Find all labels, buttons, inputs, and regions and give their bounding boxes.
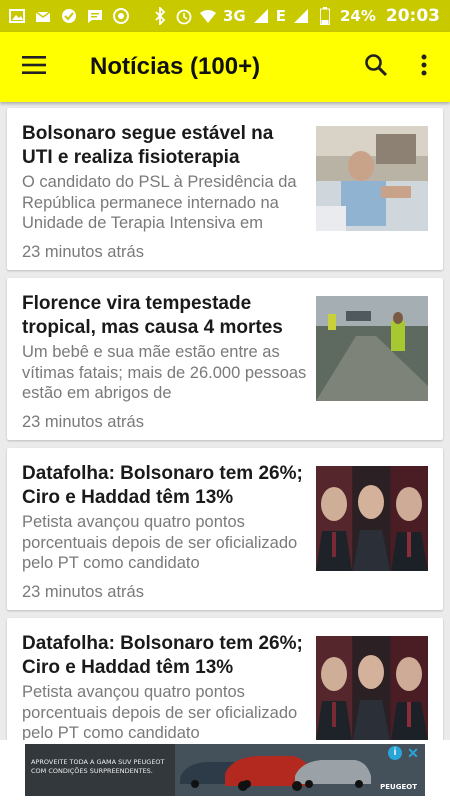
news-headline: Datafolha: Bolsonaro tem 26%; Ciro e Had… [22,463,303,508]
mail-notification-icon [34,7,52,25]
news-thumbnail[interactable] [316,636,428,740]
clock-time: 20:03 [385,6,440,26]
search-icon [364,53,388,82]
wifi-icon [199,7,217,25]
ad-info-icon[interactable]: i [388,746,402,760]
news-card[interactable]: Bolsonaro segue estável na UTI e realiza… [7,108,443,270]
gallery-notification-icon [8,7,26,25]
news-card[interactable]: Datafolha: Bolsonaro tem 26%; Ciro e Had… [7,448,443,610]
network-type-label-2: E [275,7,286,25]
status-bar: 3G E 24% 20:03 [0,0,450,32]
ad-brand-logo: PEUGEOT [380,783,417,791]
search-button[interactable] [356,47,396,87]
news-thumbnail[interactable] [316,296,428,401]
news-headline: Datafolha: Bolsonaro tem 26%; Ciro e Had… [22,633,303,678]
battery-percent: 24% [339,7,376,25]
more-options-button[interactable] [404,47,444,87]
app-notification-icon [112,7,130,25]
news-summary: Petista avançou quatro pontos porcentuai… [22,513,298,572]
news-thumbnail[interactable] [316,466,428,571]
ad-text: APROVEITE TODA A GAMA SUV PEUGEOT COM CO… [31,758,165,775]
news-time: 23 minutos atrás [22,413,144,431]
signal-icon-2 [292,7,310,25]
menu-icon [22,55,46,79]
more-vert-icon [421,54,427,81]
news-summary: Petista avançou quatro pontos porcentuai… [22,683,298,740]
signal-icon [252,7,270,25]
ad-close-icon[interactable]: ✕ [405,745,421,761]
menu-button[interactable] [14,47,54,87]
news-time: 23 minutos atrás [22,583,144,601]
alarm-icon [175,7,193,25]
network-type-label: 3G [222,7,246,25]
bluetooth-icon [151,7,169,25]
news-summary: O candidato do PSL à Presidência da Repú… [22,173,297,232]
news-time: 23 minutos atrás [22,243,144,261]
news-card[interactable]: Florence vira tempestade tropical, mas c… [7,278,443,440]
news-card[interactable]: Datafolha: Bolsonaro tem 26%; Ciro e Had… [7,618,443,740]
news-thumbnail[interactable] [316,126,428,231]
news-feed[interactable]: Bolsonaro segue estável na UTI e realiza… [0,102,450,740]
news-summary: Um bebê e sua mãe estão entre as vítimas… [22,343,307,402]
battery-icon [316,7,334,25]
news-headline: Florence vira tempestade tropical, mas c… [22,293,283,338]
app-bar: Notícias (100+) [0,32,450,102]
ad-banner[interactable]: APROVEITE TODA A GAMA SUV PEUGEOT COM CO… [25,744,425,796]
check-notification-icon [60,7,78,25]
message-notification-icon [86,7,104,25]
ad-banner-container: APROVEITE TODA A GAMA SUV PEUGEOT COM CO… [0,740,450,800]
page-title: Notícias (100+) [90,53,261,80]
news-headline: Bolsonaro segue estável na UTI e realiza… [22,123,274,168]
